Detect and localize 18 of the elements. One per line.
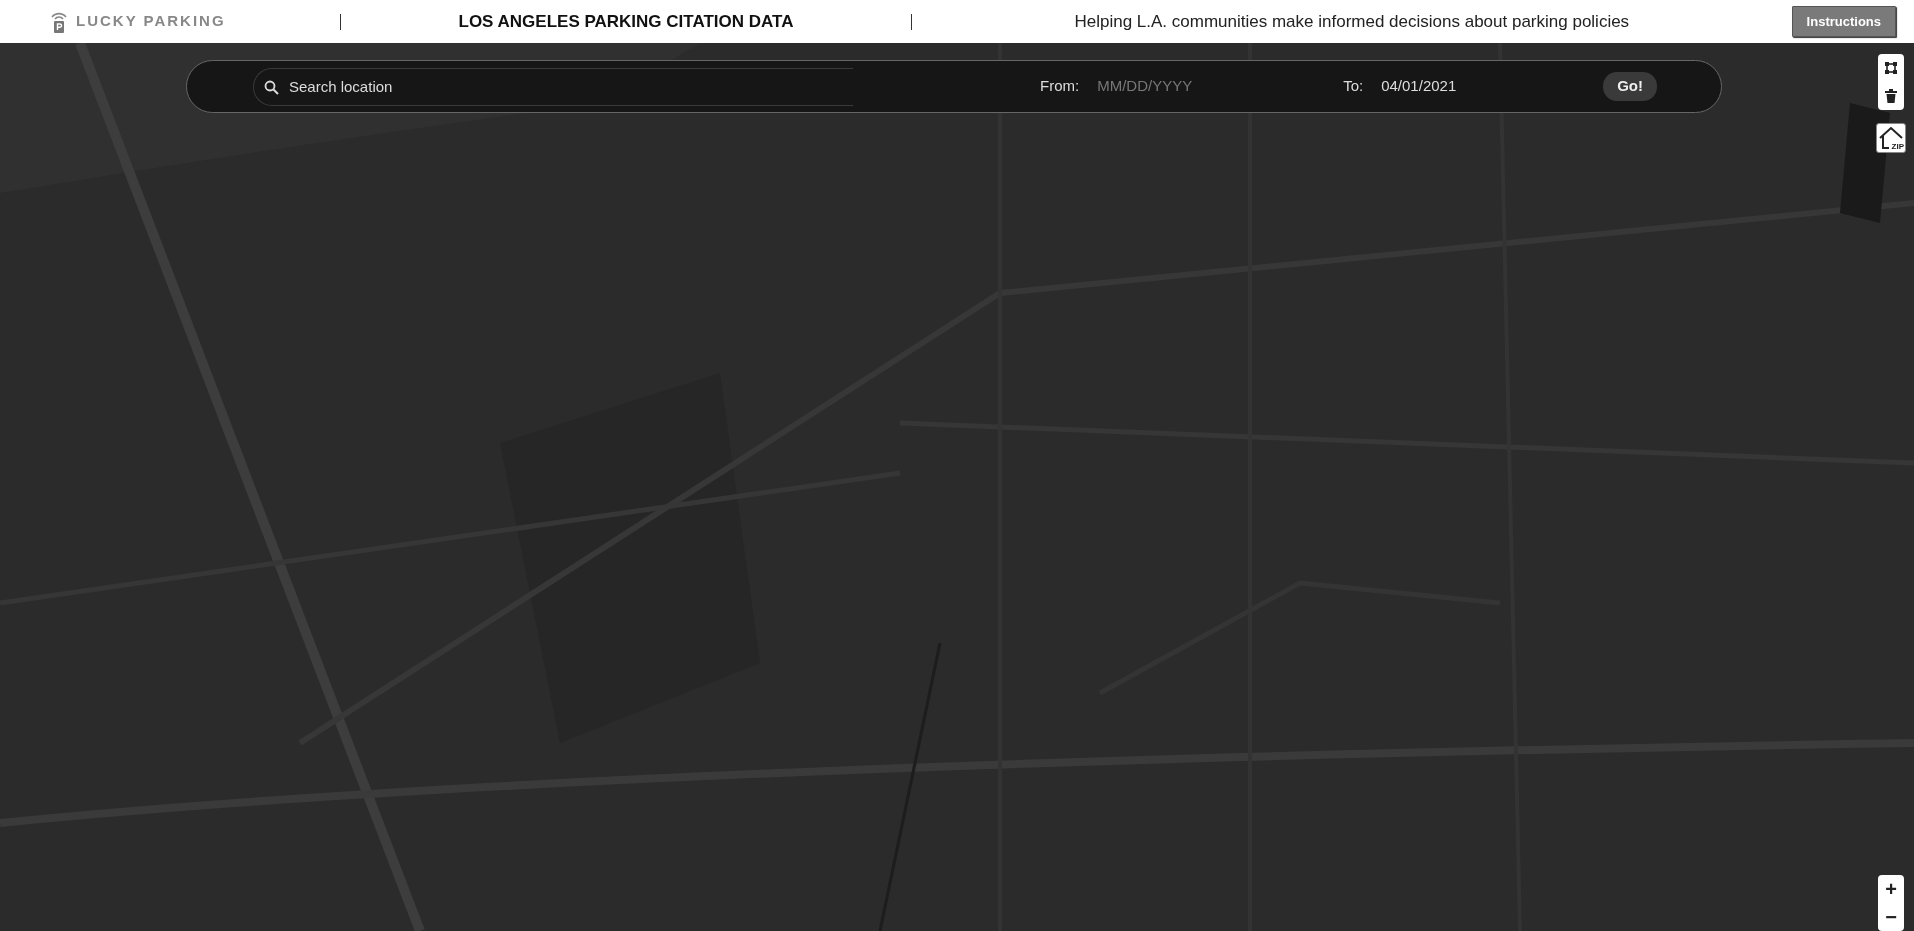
parking-logo-icon [50, 10, 68, 33]
tagline: Helping L.A. communities make informed decisions about parking policies [1073, 10, 1631, 33]
from-date-field[interactable]: MM/DD/YYYY [1095, 74, 1296, 99]
zoom-in-button[interactable]: + [1878, 875, 1904, 903]
search-field[interactable]: Search location [253, 67, 853, 106]
zip-button[interactable]: ZIP [1876, 123, 1906, 153]
polygon-icon [1884, 61, 1898, 75]
go-button[interactable]: Go! [1603, 72, 1657, 101]
instructions-button[interactable]: Instructions [1791, 5, 1896, 38]
to-label: To: [1343, 76, 1364, 97]
to-date-field[interactable]: 04/01/2021 [1379, 74, 1580, 99]
search-icon [264, 79, 279, 95]
zoom-out-button[interactable]: − [1878, 903, 1904, 931]
page-title: LOS ANGELES PARKING CITATION DATA [457, 10, 795, 33]
from-label: From: [1040, 76, 1080, 97]
house-icon [1878, 126, 1904, 150]
logo-text: LUCKY PARKING [76, 11, 226, 32]
trash-icon [1885, 89, 1897, 103]
